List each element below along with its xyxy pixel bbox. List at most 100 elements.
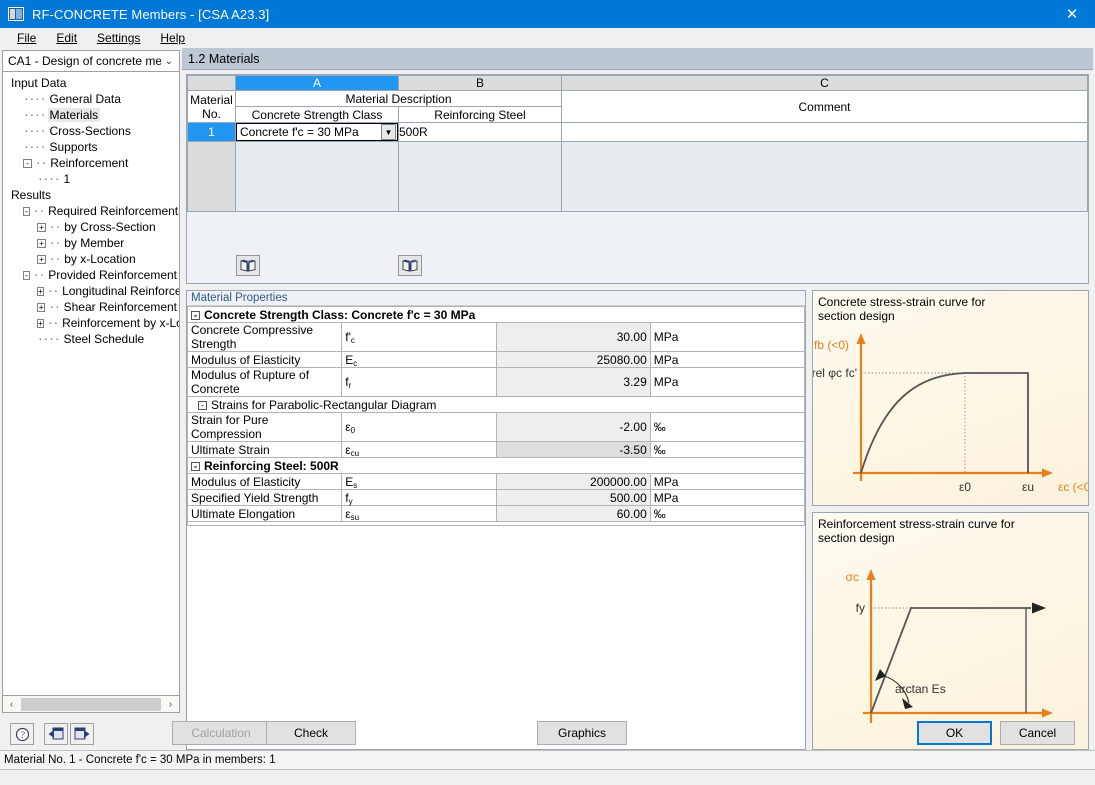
property-row[interactable]: Strain for Pure Compression ε0 -2.00 ‰: [186, 412, 806, 442]
menu-bar: File Edit Settings Help: [0, 28, 1095, 48]
expand-icon[interactable]: +: [37, 254, 46, 264]
comment-cell[interactable]: [561, 122, 1088, 142]
tree-connector-icon: ··: [49, 236, 61, 250]
check-button[interactable]: Check: [266, 721, 356, 745]
expand-icon[interactable]: +: [37, 238, 46, 248]
material-table[interactable]: A B C Material No. Material Description …: [187, 75, 1088, 212]
concrete-group-header: - Concrete Strength Class: Concrete f'c =…: [187, 306, 805, 323]
sidebar-item-reinforcement[interactable]: - ·· Reinforcement: [3, 155, 179, 171]
property-group-header[interactable]: - Reinforcing Steel: 500R: [187, 457, 805, 474]
corner-cell: [187, 75, 236, 91]
property-subgroup-header[interactable]: - Strains for Parabolic-Rectangular Diagr…: [187, 396, 805, 413]
menu-file[interactable]: File: [8, 29, 45, 47]
sidebar-item-results[interactable]: Results: [3, 187, 179, 203]
graphics-button[interactable]: Graphics: [537, 721, 627, 745]
property-value[interactable]: 3.29: [495, 367, 651, 397]
table-row[interactable]: 1 Concrete f'c = 30 MPa ▼ 500R: [187, 122, 1088, 142]
sidebar-item-general-data[interactable]: ···· General Data: [3, 91, 179, 107]
scroll-right-icon[interactable]: ›: [162, 697, 179, 712]
sidebar-item-by-x-location[interactable]: + ·· by x-Location: [3, 251, 179, 267]
collapse-icon[interactable]: -: [191, 310, 200, 320]
design-case-combo[interactable]: CA1 - Design of concrete memb ⌄: [2, 50, 180, 72]
menu-settings[interactable]: Settings: [88, 29, 149, 47]
collapse-icon[interactable]: -: [23, 158, 32, 168]
property-row[interactable]: Ultimate Strain εcu -3.50 ‰: [186, 441, 806, 458]
book-icon: [402, 259, 418, 272]
empty-steel-cell[interactable]: [398, 141, 562, 212]
property-label: Ultimate Elongation: [186, 505, 343, 522]
property-row[interactable]: Modulus of Rupture of Concrete fr 3.29 M…: [186, 367, 806, 397]
next-panel-button[interactable]: [70, 723, 94, 745]
menu-edit[interactable]: Edit: [47, 29, 86, 47]
concrete-library-button[interactable]: [236, 255, 260, 276]
property-group-header[interactable]: - Concrete Strength Class: Concrete f'c =…: [187, 306, 805, 323]
steel-cell[interactable]: 500R: [398, 122, 562, 142]
concrete-class-dropdown[interactable]: Concrete f'c = 30 MPa ▼: [236, 123, 398, 141]
sidebar-item-input-data[interactable]: Input Data: [3, 75, 179, 91]
empty-comment-cell[interactable]: [561, 141, 1088, 212]
expand-icon[interactable]: +: [37, 286, 44, 296]
sidebar-item-by-cross-section[interactable]: + ·· by Cross-Section: [3, 219, 179, 235]
column-letter-b[interactable]: B: [398, 75, 562, 91]
collapse-icon[interactable]: -: [23, 206, 30, 216]
sidebar-item-materials[interactable]: ···· Materials: [3, 107, 179, 123]
property-row[interactable]: Ultimate Elongation εsu 60.00 ‰: [186, 505, 806, 522]
empty-concrete-cell[interactable]: [235, 141, 399, 212]
reinforcement-y-axis-label: σc: [846, 570, 859, 584]
scrollbar-thumb[interactable]: [21, 697, 161, 711]
calculation-button[interactable]: Calculation: [172, 721, 270, 745]
concrete-class-cell[interactable]: Concrete f'c = 30 MPa ▼: [235, 122, 399, 142]
collapse-icon[interactable]: -: [191, 461, 200, 471]
row-number[interactable]: 1: [187, 122, 236, 142]
dropdown-arrow-icon[interactable]: ▼: [381, 124, 396, 140]
collapse-icon[interactable]: -: [198, 400, 207, 410]
property-value[interactable]: 200000.00: [495, 473, 651, 490]
sidebar-item-supports[interactable]: ···· Supports: [3, 139, 179, 155]
sidebar-item-reinforcement-by-x-locatio[interactable]: +··Reinforcement by x-Locatio: [3, 315, 179, 331]
collapse-icon[interactable]: -: [23, 270, 31, 280]
concrete-class-header: Concrete Strength Class: [235, 106, 399, 123]
menu-help[interactable]: Help: [151, 29, 194, 47]
scroll-left-icon[interactable]: ‹: [3, 697, 20, 712]
expand-icon[interactable]: +: [37, 318, 44, 328]
material-properties-table[interactable]: - Concrete Strength Class: Concrete f'c =…: [186, 306, 806, 526]
table-empty-row[interactable]: [187, 141, 1088, 212]
expand-icon[interactable]: +: [37, 222, 46, 232]
sidebar-item-by-member[interactable]: + ·· by Member: [3, 235, 179, 251]
sidebar-item-steel-schedule[interactable]: ···· Steel Schedule: [3, 331, 179, 347]
property-value[interactable]: 60.00: [495, 505, 651, 522]
column-letter-a[interactable]: A: [235, 75, 399, 91]
sidebar-item-required-reinforcement[interactable]: - ·· Required Reinforcement: [3, 203, 179, 219]
sidebar-item-longitudinal-reinforcement[interactable]: +··Longitudinal Reinforcement: [3, 283, 179, 299]
empty-row-number: [187, 141, 236, 212]
property-value[interactable]: 30.00: [495, 322, 651, 352]
property-unit: MPa: [649, 351, 806, 368]
expand-icon[interactable]: +: [37, 302, 46, 312]
property-value[interactable]: -3.50: [495, 441, 651, 458]
sidebar-item-1[interactable]: ···· 1: [3, 171, 179, 187]
material-no-header: Material No.: [187, 90, 236, 123]
navigation-tree[interactable]: Input Data ···· General Data ···· Materials ·…: [2, 72, 180, 696]
help-button[interactable]: ?: [10, 723, 34, 745]
steel-library-button[interactable]: [398, 255, 422, 276]
sidebar-item-shear-reinforcement[interactable]: + ·· Shear Reinforcement: [3, 299, 179, 315]
close-icon[interactable]: ✕: [1049, 0, 1095, 28]
property-value[interactable]: -2.00: [495, 412, 651, 442]
property-label: Modulus of Elasticity: [186, 351, 343, 368]
cancel-button[interactable]: Cancel: [1000, 721, 1075, 745]
property-row[interactable]: Modulus of Elasticity Es 200000.00 MPa: [186, 473, 806, 490]
property-row[interactable]: Concrete Compressive Strength f'c 30.00 …: [186, 322, 806, 352]
navigation-hscrollbar[interactable]: ‹ ›: [2, 696, 180, 713]
property-symbol: εcu: [341, 441, 497, 458]
concrete-stress-strain-chart: fb (<0) αrel φc fc' ε0 εu εc (<0): [813, 333, 1088, 493]
property-value[interactable]: 25080.00: [495, 351, 651, 368]
property-row[interactable]: Specified Yield Strength fy 500.00 MPa: [186, 489, 806, 506]
previous-panel-button[interactable]: [44, 723, 68, 745]
sidebar-item-provided-reinforcement[interactable]: - ·· Provided Reinforcement: [3, 267, 179, 283]
sidebar-item-cross-sections[interactable]: ···· Cross-Sections: [3, 123, 179, 139]
ok-button[interactable]: OK: [917, 721, 992, 745]
column-letter-c[interactable]: C: [561, 75, 1088, 91]
property-value[interactable]: 500.00: [495, 489, 651, 506]
property-row[interactable]: Modulus of Elasticity Ec 25080.00 MPa: [186, 351, 806, 368]
concrete-caption-line1: Concrete stress-strain curve for: [818, 295, 986, 309]
